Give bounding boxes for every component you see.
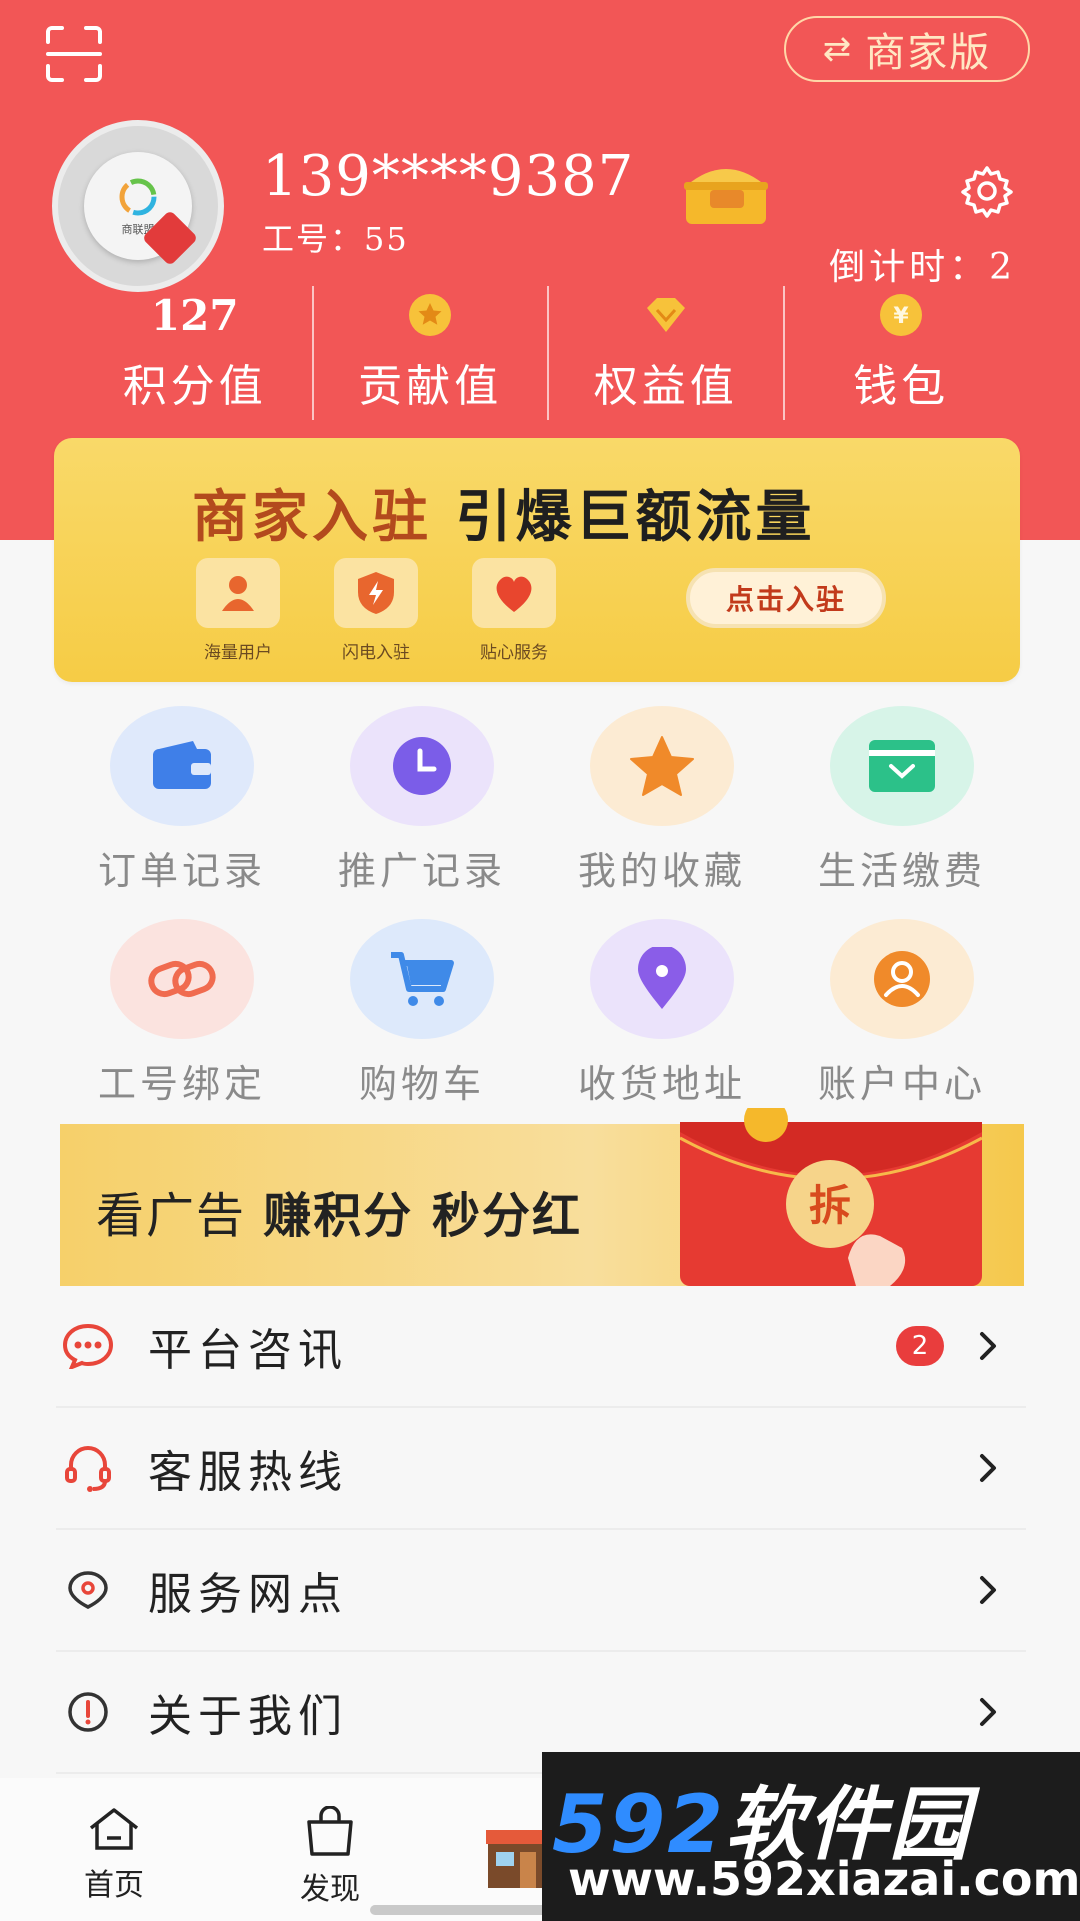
headset-icon (65, 1446, 111, 1492)
medal-icon (409, 294, 452, 336)
rights-label: 权益值 (593, 361, 738, 412)
merchant-join-banner[interactable]: 商家入驻 引爆巨额流量 海量用户 闪电入驻 贴心服务 点击入驻 (54, 438, 1020, 682)
user-phone: 139****9387 (262, 144, 635, 209)
stat-wallet[interactable]: ¥ 钱包 (785, 286, 1019, 420)
contribution-label: 贡献值 (358, 361, 503, 412)
menu-item-service-points[interactable]: 服务网点 (56, 1530, 1026, 1652)
scan-icon[interactable] (44, 24, 104, 84)
swap-icon: ⇄ (822, 29, 854, 69)
stat-contribution[interactable]: 贡献值 (314, 286, 549, 420)
brand-logo-icon (119, 178, 157, 216)
menu-title: 客服热线 (148, 1447, 348, 1498)
yen-coin-icon: ¥ (880, 294, 923, 336)
join-now-button[interactable]: 点击入驻 (686, 568, 886, 628)
tab-discover[interactable]: 发现 (270, 1806, 390, 1908)
merchant-mode-label: 商家版 (865, 30, 992, 76)
wallet-label: 钱包 (853, 361, 950, 412)
link-icon (148, 960, 216, 998)
grid-item-bills[interactable]: 生活缴费 (782, 706, 1022, 895)
home-icon (89, 1808, 139, 1850)
diamond-icon (646, 298, 685, 332)
cart-icon (391, 952, 454, 1006)
chat-bubble-icon (62, 1323, 114, 1369)
feature-massive-users: 海量用户 (168, 558, 308, 663)
svg-text:¥: ¥ (894, 304, 910, 329)
wallet-icon (153, 741, 211, 789)
merchant-headline: 商家入驻 引爆巨额流量 (192, 485, 816, 550)
grid-item-orders[interactable]: 订单记录 (62, 706, 302, 895)
shopping-bag-icon (307, 1806, 353, 1856)
merchant-mode-switch[interactable]: ⇄ 商家版 (784, 16, 1030, 82)
menu-item-platform-news[interactable]: 平台咨讯 2 (56, 1286, 1026, 1408)
stats-row: 127 积分值 贡献值 权益值 ¥ 钱包 (78, 286, 1018, 420)
avatar[interactable]: 商联盟 (52, 120, 224, 292)
bill-icon (869, 740, 935, 792)
menu-title: 关于我们 (148, 1691, 348, 1742)
grid-item-address[interactable]: 收货地址 (542, 919, 782, 1108)
stat-rights[interactable]: 权益值 (549, 286, 785, 420)
clock-icon (393, 737, 451, 795)
open-packet-char: 拆 (809, 1181, 851, 1230)
feature-caring-service: 贴心服务 (444, 558, 584, 663)
location-pin-icon (638, 947, 686, 1009)
location-icon (68, 1571, 108, 1609)
points-label: 积分值 (122, 361, 267, 412)
chevron-right-icon (980, 1576, 996, 1604)
job-number: 工号：55 (262, 220, 409, 258)
settings-gear-icon[interactable] (960, 164, 1014, 218)
shield-bolt-icon (358, 572, 394, 614)
users-icon (222, 576, 254, 611)
watermark-url: www.592xiazai.com (568, 1852, 1080, 1906)
menu-title: 平台咨讯 (148, 1325, 348, 1376)
settings-menu: 平台咨讯 2 客服热线 服务网点 关于我们 (56, 1286, 1026, 1774)
chevron-right-icon (980, 1454, 996, 1482)
chevron-right-icon (980, 1332, 996, 1360)
user-icon (874, 951, 930, 1007)
heart-icon (496, 576, 532, 612)
site-watermark: 592软件园 www.592xiazai.com (542, 1752, 1080, 1921)
tab-home[interactable]: 首页 (54, 1806, 174, 1904)
menu-item-hotline[interactable]: 客服热线 (56, 1408, 1026, 1530)
red-packet-icon: 拆 (680, 1108, 982, 1286)
feature-grid: 订单记录 推广记录 我的收藏 生活缴费 工号绑定 购物车 收货地址 账户中心 (62, 706, 1022, 1108)
stat-points[interactable]: 127 积分值 (78, 286, 314, 420)
countdown-text: 倒计时：2 (829, 247, 1016, 288)
grid-item-favorites[interactable]: 我的收藏 (542, 706, 782, 895)
watch-ads-banner[interactable]: 看广告 赚积分 秒分红 拆 (60, 1108, 1024, 1286)
feature-fast-join: 闪电入驻 (306, 558, 446, 663)
info-icon (68, 1692, 108, 1732)
grid-item-cart[interactable]: 购物车 (302, 919, 542, 1108)
star-icon (630, 736, 694, 796)
ad-banner-text: 看广告 赚积分 秒分红 (96, 1188, 582, 1244)
menu-title: 服务网点 (148, 1569, 348, 1620)
grid-item-account[interactable]: 账户中心 (782, 919, 1022, 1108)
points-value: 127 (150, 290, 239, 340)
grid-item-bind-job[interactable]: 工号绑定 (62, 919, 302, 1108)
shop-icon[interactable] (484, 1820, 548, 1890)
sign-in-chest-icon[interactable] (680, 156, 772, 228)
grid-item-promotion[interactable]: 推广记录 (302, 706, 542, 895)
chevron-right-icon (980, 1698, 996, 1726)
unread-count-badge: 2 (896, 1326, 944, 1366)
